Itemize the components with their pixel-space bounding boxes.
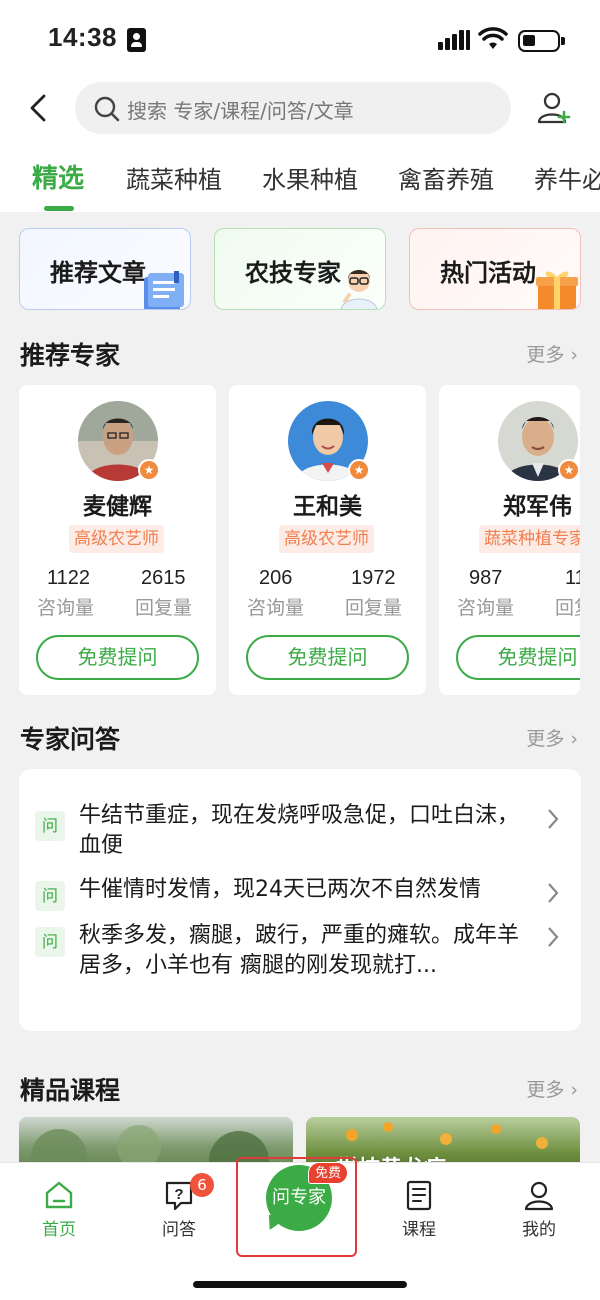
home-icon bbox=[45, 1181, 73, 1209]
verified-badge-icon: ★ bbox=[348, 459, 370, 481]
user-icon bbox=[524, 1181, 554, 1211]
verified-badge-icon: ★ bbox=[558, 459, 580, 481]
free-ask-button[interactable]: 免费提问 bbox=[36, 635, 199, 680]
question-text: 秋季多发，瘸腿，跛行，严重的瘫软。成年羊居多，小羊也有 瘸腿的刚发现就打... bbox=[79, 923, 520, 978]
courses-more-link[interactable]: 更多 › bbox=[526, 1075, 578, 1102]
chevron-right-icon bbox=[548, 927, 559, 947]
verified-badge-icon: ★ bbox=[138, 459, 160, 481]
document-icon bbox=[406, 1180, 432, 1211]
battery-icon bbox=[518, 30, 565, 52]
search-placeholder: 搜索 专家/课程/问答/文章 bbox=[127, 99, 354, 123]
quick-card-label: 推荐文章 bbox=[50, 259, 146, 287]
gift-icon bbox=[536, 271, 578, 309]
tab-featured[interactable]: 精选 bbox=[32, 158, 84, 195]
question-text: 牛结节重症，现在发烧呼吸急促，口吐白沫，血便 bbox=[79, 803, 520, 858]
search-input[interactable]: 搜索 专家/课程/问答/文章 bbox=[75, 82, 511, 134]
consult-label: 咨询量 bbox=[37, 597, 95, 619]
qa-list-item[interactable]: 问 牛催情时发情，现24天已两次不自然发情 bbox=[35, 875, 565, 911]
free-ask-button[interactable]: 免费提问 bbox=[456, 635, 580, 680]
reply-label: 回复量 bbox=[555, 597, 580, 619]
free-ask-button[interactable]: 免费提问 bbox=[246, 635, 409, 680]
recommended-articles-card[interactable]: 推荐文章 bbox=[19, 228, 191, 310]
book-icon bbox=[144, 271, 184, 309]
qa-more-link[interactable]: 更多 › bbox=[526, 724, 578, 751]
expert-card[interactable]: ★ 王和美 高级农艺师 206 咨询量 1972 回复量 免费提问 bbox=[229, 385, 426, 695]
consult-label: 咨询量 bbox=[247, 597, 305, 619]
consult-count: 1122 bbox=[47, 567, 91, 589]
expert-title-tag: 蔬菜种植专家 bbox=[479, 525, 580, 553]
reply-count: 1972 bbox=[351, 567, 396, 589]
consult-count: 987 bbox=[469, 567, 503, 589]
tab-fruits[interactable]: 水果种植 bbox=[262, 160, 358, 195]
question-text: 牛催情时发情，现24天已两次不自然发情 bbox=[79, 877, 481, 902]
expert-name: 郑军伟 bbox=[503, 494, 572, 520]
nav-mine[interactable]: 我的 bbox=[494, 1177, 584, 1247]
nav-courses[interactable]: 课程 bbox=[374, 1177, 464, 1247]
tab-livestock[interactable]: 禽畜养殖 bbox=[398, 160, 494, 195]
nav-home[interactable]: 首页 bbox=[14, 1177, 104, 1247]
expert-name: 王和美 bbox=[293, 494, 362, 520]
add-user-icon[interactable] bbox=[536, 90, 572, 126]
nav-ask-expert[interactable]: 问专家 免费 bbox=[236, 1157, 357, 1257]
nav-label: 首页 bbox=[42, 1220, 76, 1240]
quick-card-label: 热门活动 bbox=[440, 259, 536, 287]
wifi-icon bbox=[478, 27, 508, 49]
chevron-right-icon bbox=[548, 883, 559, 903]
reply-label: 回复量 bbox=[135, 597, 193, 619]
experts-section-title: 推荐专家 bbox=[20, 341, 121, 370]
expert-title-tag: 高级农艺师 bbox=[279, 525, 374, 553]
nav-label: 我的 bbox=[522, 1220, 556, 1240]
search-row: 搜索 专家/课程/问答/文章 bbox=[0, 80, 600, 136]
chevron-right-icon bbox=[548, 809, 559, 829]
more-label: 更多 bbox=[526, 344, 565, 366]
tab-cattle[interactable]: 养牛必 bbox=[534, 160, 600, 195]
tab-vegetables[interactable]: 蔬菜种植 bbox=[126, 160, 222, 195]
category-tabs: 精选 蔬菜种植 水果种植 禽畜养殖 养牛必 bbox=[0, 150, 600, 212]
qa-list-item[interactable]: 问 牛结节重症，现在发烧呼吸急促，口吐白沫，血便 bbox=[35, 801, 565, 865]
qa-list: 问 牛结节重症，现在发烧呼吸急促，口吐白沫，血便 问 牛催情时发情，现24天已两… bbox=[19, 769, 581, 1031]
tab-indicator bbox=[44, 206, 74, 211]
expert-name: 麦健辉 bbox=[83, 494, 152, 520]
question-tag: 问 bbox=[35, 811, 65, 841]
nav-qa[interactable]: ? 6 问答 bbox=[134, 1173, 224, 1247]
question-tag: 问 bbox=[35, 881, 65, 911]
agri-experts-card[interactable]: 农技专家 bbox=[214, 228, 386, 310]
doctor-icon bbox=[340, 270, 378, 309]
cellular-signal-icon bbox=[438, 30, 470, 50]
top-header: 14:38 搜索 专家/课程/问答/文章 精选 蔬菜种植 水果种植 禽畜养殖 养… bbox=[0, 0, 600, 212]
more-label: 更多 bbox=[526, 728, 565, 750]
reply-label: 回复量 bbox=[345, 597, 403, 619]
search-icon bbox=[94, 96, 120, 122]
back-arrow-icon[interactable] bbox=[24, 92, 52, 124]
svg-text:?: ? bbox=[174, 1186, 183, 1203]
experts-more-link[interactable]: 更多 › bbox=[526, 340, 578, 367]
nav-label: 问答 bbox=[162, 1220, 196, 1240]
more-label: 更多 bbox=[526, 1079, 565, 1101]
qa-section-title: 专家问答 bbox=[20, 725, 121, 754]
nav-label: 课程 bbox=[402, 1220, 436, 1240]
consult-count: 206 bbox=[259, 567, 293, 589]
contact-card-icon bbox=[127, 28, 146, 52]
hot-events-card[interactable]: 热门活动 bbox=[409, 228, 581, 310]
reply-count: 2615 bbox=[141, 567, 186, 589]
status-bar: 14:38 bbox=[0, 0, 600, 80]
status-time: 14:38 bbox=[48, 22, 117, 52]
consult-label: 咨询量 bbox=[457, 597, 515, 619]
expert-card[interactable]: ★ 麦健辉 高级农艺师 1122 咨询量 2615 回复量 免费提问 bbox=[19, 385, 216, 695]
qa-list-item[interactable]: 问 秋季多发，瘸腿，跛行，严重的瘫软。成年羊居多，小羊也有 瘸腿的刚发现就打..… bbox=[35, 921, 565, 985]
quick-card-label: 农技专家 bbox=[245, 259, 341, 287]
courses-section-title: 精品课程 bbox=[20, 1076, 121, 1105]
expert-card[interactable]: ★ 郑军伟 蔬菜种植专家 987 咨询量 11 回复量 免费提问 bbox=[439, 385, 580, 695]
free-tag: 免费 bbox=[308, 1162, 348, 1184]
notification-badge: 6 bbox=[190, 1173, 214, 1197]
home-indicator bbox=[193, 1281, 407, 1288]
expert-title-tag: 高级农艺师 bbox=[69, 525, 164, 553]
question-tag: 问 bbox=[35, 927, 65, 957]
reply-count: 11 bbox=[565, 567, 580, 589]
bottom-nav: 首页 ? 6 问答 问专家 免费 课程 我的 bbox=[0, 1157, 600, 1300]
